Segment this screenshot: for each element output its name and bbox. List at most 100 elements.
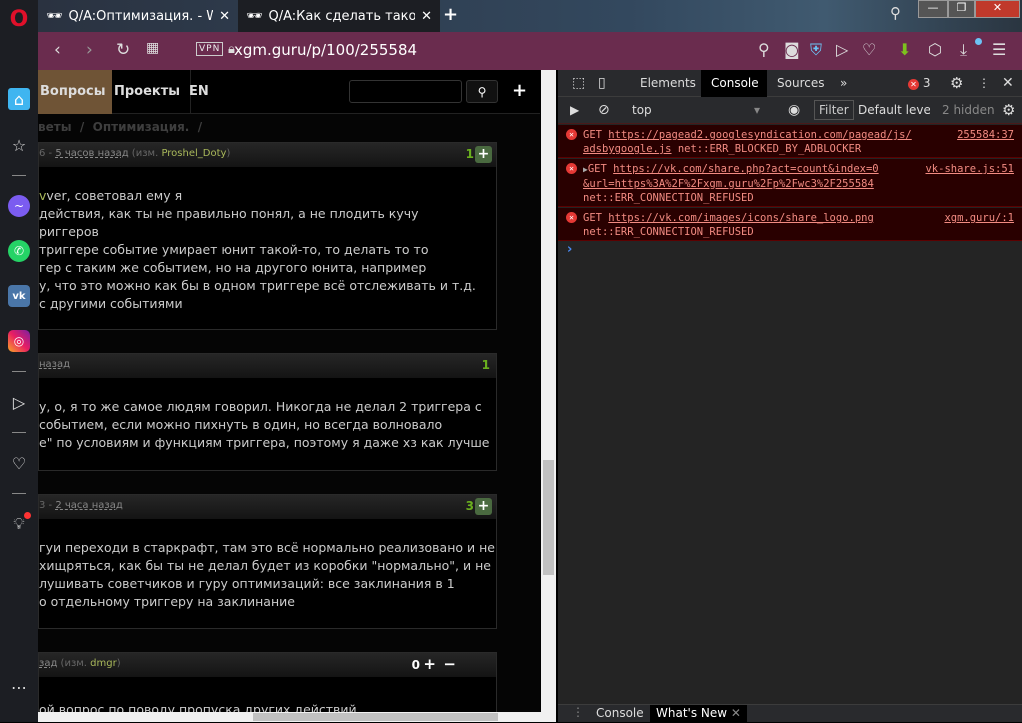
reload-icon[interactable]: ↻ bbox=[116, 40, 130, 60]
more-icon[interactable]: ⋯ bbox=[8, 676, 30, 698]
heart-icon[interactable]: ♡ bbox=[8, 452, 30, 474]
tab-trigger[interactable]: 🕶︎Q/A:Как сделать такой триггер✕ bbox=[238, 0, 440, 32]
tab-optimization[interactable]: 🕶︎Q/A:Оптимизация. - WarCraft✕ bbox=[38, 0, 238, 32]
restore-button[interactable]: ❐ bbox=[948, 0, 975, 18]
close-tab-icon[interactable]: ✕ bbox=[421, 9, 432, 24]
close-icon[interactable]: ✕ bbox=[731, 706, 741, 720]
post-score: 1 bbox=[481, 358, 490, 372]
answer-post: зад (изм. dmgr) 0 + − ой вопрос по повод… bbox=[38, 652, 497, 712]
breadcrumb: веты / Оптимизация. / bbox=[38, 120, 203, 134]
downvote-button[interactable]: − bbox=[443, 653, 456, 675]
vertical-scrollbar[interactable] bbox=[541, 70, 556, 712]
console-settings-icon[interactable]: ⚙ bbox=[992, 97, 1022, 124]
nav-questions[interactable]: Вопросы bbox=[38, 70, 112, 114]
post-body: vver, советовал ему я действия, как ты не… bbox=[39, 188, 476, 311]
error-counter[interactable]: ✕ 3 bbox=[898, 70, 940, 97]
error-icon: ✕ bbox=[566, 212, 577, 223]
more-tabs-icon[interactable]: » bbox=[830, 70, 857, 97]
drawer-tab-whats-new[interactable]: What's New ✕ bbox=[650, 705, 747, 723]
home-icon[interactable]: ⌂ bbox=[8, 88, 30, 110]
drawer-tab-console[interactable]: Console bbox=[596, 706, 644, 720]
answer-post: 3 - 2 часа назад 3 + гуи переходи в старк… bbox=[38, 494, 497, 629]
answer-post: назад 1 у, о, я то же самое людям говори… bbox=[38, 353, 497, 471]
post-body: у, о, я то же самое людям говорил. Никог… bbox=[39, 399, 490, 450]
post-score: 1 bbox=[465, 147, 474, 161]
horizontal-scrollbar[interactable] bbox=[38, 712, 556, 722]
drawer-menu-icon[interactable]: ⋮ bbox=[572, 705, 584, 719]
back-icon[interactable]: ‹ bbox=[54, 40, 61, 60]
download-arrow-icon[interactable]: ⬇ bbox=[898, 40, 911, 59]
post-header: зад (изм. dmgr) 0 + − bbox=[39, 653, 496, 677]
post-score: 0 bbox=[411, 658, 420, 672]
url-field[interactable]: xgm.guru/p/100/255584 bbox=[234, 41, 417, 59]
upvote-button[interactable]: + bbox=[423, 653, 436, 675]
tab-sources[interactable]: Sources bbox=[767, 70, 834, 97]
search-tabs-icon[interactable]: ⚲ bbox=[890, 4, 901, 22]
extensions-cube-icon[interactable]: ⬡ bbox=[928, 40, 942, 59]
speed-dial-icon[interactable]: ▦ bbox=[146, 40, 159, 56]
error-icon: ✕ bbox=[566, 129, 577, 140]
minimize-button[interactable]: — bbox=[918, 0, 948, 18]
downloads-icon[interactable]: ⤓ bbox=[960, 40, 967, 60]
sidebar-toggle-icon[interactable]: ▶ bbox=[560, 97, 589, 124]
site-search-input[interactable] bbox=[349, 80, 462, 103]
log-levels-dropdown[interactable]: Default levels bbox=[848, 97, 930, 124]
console-error: ✕ GET https://pagead2.googlesyndication.… bbox=[558, 125, 1022, 158]
nav-en[interactable]: EN bbox=[179, 70, 219, 114]
clear-console-icon[interactable]: ⊘ bbox=[588, 97, 620, 124]
incognito-icon: 🕶︎ bbox=[246, 8, 263, 24]
post-body: ой вопрос по поводу пропуска других дейс… bbox=[39, 702, 357, 712]
divider bbox=[12, 371, 26, 372]
console-toolbar: ▶ ⊘ top ▾ ◉ Filter Default levels 2 hidd… bbox=[558, 97, 1022, 124]
device-toolbar-icon[interactable]: ▯ bbox=[588, 70, 616, 97]
new-tab-button[interactable]: + bbox=[443, 4, 458, 25]
upvote-button[interactable]: + bbox=[475, 498, 492, 515]
post-body: гуи переходи в старкрафт, там это всё но… bbox=[39, 540, 495, 609]
easy-setup-icon[interactable]: ☰ bbox=[992, 40, 1006, 59]
upvote-button[interactable]: + bbox=[475, 146, 492, 163]
console-error: ✕ GET https://vk.com/images/icons/share_… bbox=[558, 208, 1022, 241]
send-icon[interactable]: ▷ bbox=[836, 40, 848, 59]
vpn-badge[interactable]: VPN bbox=[196, 42, 224, 56]
tab-elements[interactable]: Elements bbox=[630, 70, 706, 97]
drawer-tabs: ⋮ Console What's New ✕ bbox=[558, 704, 1022, 723]
whatsapp-icon[interactable]: ✆ bbox=[8, 240, 30, 262]
adblock-shield-icon[interactable]: ⛨ bbox=[810, 40, 822, 60]
tab-console[interactable]: Console bbox=[701, 70, 767, 97]
instagram-icon[interactable]: ◎ bbox=[8, 330, 30, 352]
forward-icon[interactable]: › bbox=[86, 40, 93, 60]
download-badge bbox=[975, 38, 982, 45]
close-window-button[interactable]: ✕ bbox=[975, 0, 1020, 18]
web-page: Вопросы Проекты EN ⚲ + веты / Оптимизаци… bbox=[38, 70, 540, 712]
devtools-tabs: ⬚ ▯ Elements Console Sources » ✕ 3 ⚙ ⋮ ✕ bbox=[558, 70, 1022, 97]
post-header: назад 1 bbox=[39, 354, 496, 378]
divider bbox=[12, 493, 26, 494]
live-expression-eye-icon[interactable]: ◉ bbox=[778, 97, 810, 124]
add-button[interactable]: + bbox=[512, 80, 527, 101]
snapshot-icon[interactable]: ◙ bbox=[784, 40, 800, 59]
chevron-down-icon[interactable]: ▾ bbox=[744, 97, 770, 124]
zoom-out-icon[interactable]: ⚲ bbox=[758, 40, 770, 59]
answer-post: 6 - 5 часов назад (изм. Proshel_Doty) 1 +… bbox=[38, 142, 497, 330]
bookmarks-star-icon[interactable]: ☆ bbox=[8, 134, 30, 156]
scrollbar-thumb[interactable] bbox=[253, 713, 498, 721]
scrollbar-thumb[interactable] bbox=[543, 460, 554, 575]
post-score: 3 bbox=[465, 499, 474, 513]
messenger-icon[interactable]: ~ bbox=[8, 195, 30, 217]
vk-icon[interactable]: vk bbox=[8, 285, 30, 307]
console-prompt[interactable]: › bbox=[567, 242, 572, 257]
incognito-icon: 🕶︎ bbox=[46, 8, 63, 24]
console-error: ✕ ▶GET https://vk.com/share.php?act=coun… bbox=[558, 159, 1022, 207]
close-tab-icon[interactable]: ✕ bbox=[219, 9, 230, 24]
close-devtools-icon[interactable]: ✕ bbox=[992, 70, 1022, 97]
nav-projects[interactable]: Проекты bbox=[104, 70, 192, 114]
opera-logo-icon[interactable]: O bbox=[8, 7, 30, 32]
divider bbox=[12, 432, 26, 433]
notification-dot bbox=[24, 512, 31, 519]
site-nav: Вопросы Проекты EN ⚲ + bbox=[38, 70, 540, 114]
search-button[interactable]: ⚲ bbox=[466, 80, 498, 103]
context-select[interactable]: top bbox=[622, 97, 662, 124]
error-icon: ✕ bbox=[566, 163, 577, 174]
send-icon[interactable]: ▷ bbox=[8, 391, 30, 413]
heart-icon[interactable]: ♡ bbox=[862, 40, 876, 59]
